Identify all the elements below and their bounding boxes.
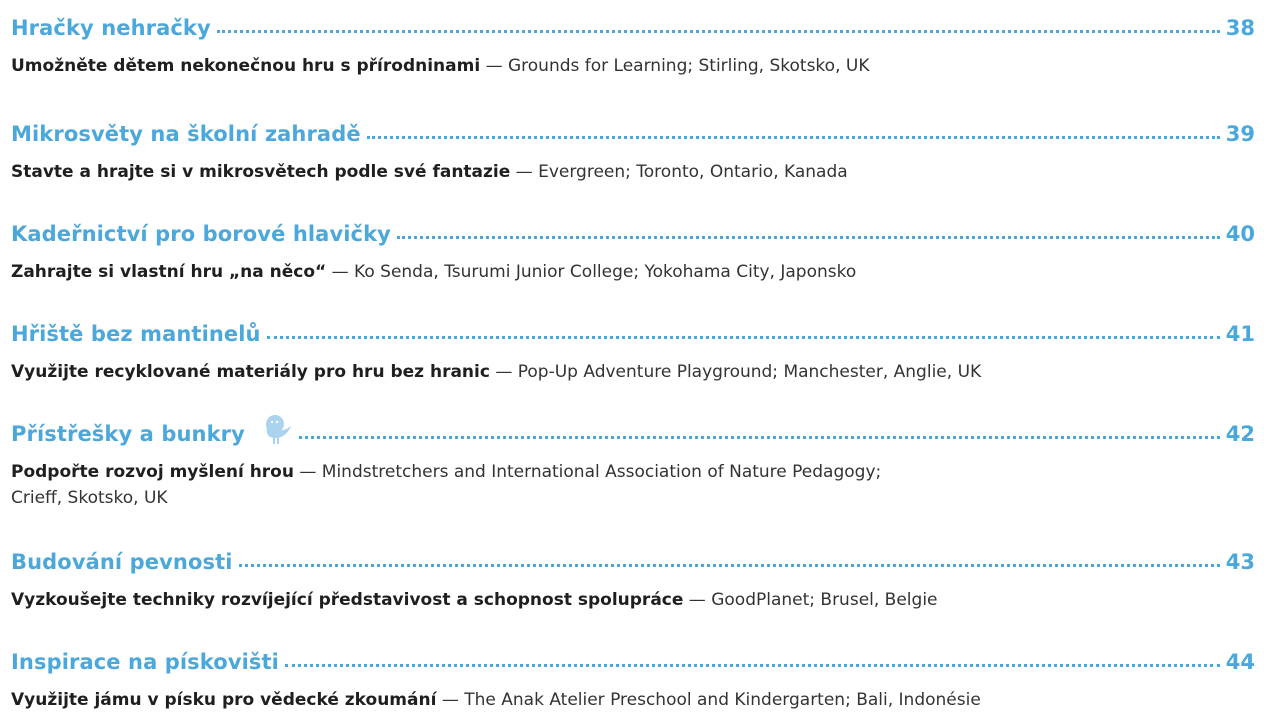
- dot-leader: [284, 664, 1220, 667]
- toc-description: Podpořte rozvoj myšlení hrou — Mindstret…: [11, 459, 1251, 511]
- activity-source: Pop-Up Adventure Playground; Manchester,…: [517, 362, 982, 382]
- dot-leader: [298, 436, 1220, 439]
- page-number: 39: [1225, 122, 1255, 146]
- toc-heading-row: Hračky nehračky 38: [11, 6, 1255, 40]
- page-number: 44: [1225, 650, 1255, 674]
- toc-entry[interactable]: Inspirace na pískovišti 44 Využijte jámu…: [11, 640, 1255, 713]
- dot-leader: [396, 236, 1220, 239]
- page-number: 43: [1225, 550, 1255, 574]
- toc-heading-row: Kadeřnictví pro borové hlavičky 40: [11, 212, 1255, 246]
- toc-entry[interactable]: Kadeřnictví pro borové hlavičky 40 Zahra…: [11, 212, 1255, 285]
- toc-title: Přístřešky a bunkry: [11, 422, 245, 446]
- separator: —: [293, 462, 322, 482]
- toc-heading-row: Mikrosvěty na školní zahradě 39: [11, 112, 1255, 146]
- toc-entry[interactable]: Hřiště bez mantinelů 41 Využijte recyklo…: [11, 312, 1255, 385]
- page-number: 41: [1225, 322, 1255, 346]
- toc-description: Umožněte dětem nekonečnou hru s přírodni…: [11, 53, 1251, 79]
- activity-source: Mindstretchers and International Associa…: [321, 462, 882, 482]
- dot-leader: [238, 564, 1220, 567]
- activity-lead: Stavte a hrajte si v mikrosvětech podle …: [11, 162, 511, 182]
- table-of-contents: Hračky nehračky 38 Umožněte dětem nekone…: [0, 0, 1264, 727]
- toc-title: Budování pevnosti: [11, 550, 233, 574]
- activity-source: Grounds for Learning; Stirling, Skotsko,…: [507, 56, 870, 76]
- separator: —: [489, 362, 518, 382]
- toc-title: Hračky nehračky: [11, 16, 211, 40]
- separator: —: [683, 590, 712, 610]
- activity-source: GoodPlanet; Brusel, Belgie: [711, 590, 938, 610]
- activity-lead: Využijte jámu v písku pro vědecké zkoumá…: [11, 690, 437, 710]
- toc-heading-row: Hřiště bez mantinelů 41: [11, 312, 1255, 346]
- dot-leader: [266, 336, 1220, 339]
- activity-lead: Využijte recyklované materiály pro hru b…: [11, 362, 490, 382]
- activity-source-line2: Crieff, Skotsko, UK: [11, 488, 168, 508]
- activity-lead: Vyzkoušejte techniky rozvíjející předsta…: [11, 590, 684, 610]
- toc-description: Vyzkoušejte techniky rozvíjející předsta…: [11, 587, 1251, 613]
- separator: —: [436, 690, 465, 710]
- bird-icon: [259, 412, 293, 446]
- separator: —: [510, 162, 539, 182]
- toc-entry[interactable]: Mikrosvěty na školní zahradě 39 Stavte a…: [11, 112, 1255, 185]
- toc-title: Kadeřnictví pro borové hlavičky: [11, 222, 391, 246]
- toc-heading-row: Budování pevnosti 43: [11, 540, 1255, 574]
- toc-description: Využijte jámu v písku pro vědecké zkoumá…: [11, 687, 1251, 713]
- toc-entry[interactable]: Hračky nehračky 38 Umožněte dětem nekone…: [11, 6, 1255, 79]
- toc-heading-row: Inspirace na pískovišti 44: [11, 640, 1255, 674]
- activity-lead: Zahrajte si vlastní hru „na něco“: [11, 262, 327, 282]
- toc-heading-row: Přístřešky a bunkry 42: [11, 412, 1255, 446]
- separator: —: [480, 56, 508, 76]
- activity-source: Ko Senda, Tsurumi Junior College; Yokoha…: [354, 262, 857, 282]
- toc-description: Využijte recyklované materiály pro hru b…: [11, 359, 1251, 385]
- dot-leader: [366, 136, 1220, 139]
- toc-entry[interactable]: Budování pevnosti 43 Vyzkoušejte technik…: [11, 540, 1255, 613]
- toc-title: Inspirace na pískovišti: [11, 650, 279, 674]
- page-number: 38: [1225, 16, 1255, 40]
- dot-leader: [216, 30, 1220, 33]
- separator: —: [326, 262, 355, 282]
- page-number: 40: [1225, 222, 1255, 246]
- toc-description: Stavte a hrajte si v mikrosvětech podle …: [11, 159, 1251, 185]
- toc-title: Mikrosvěty na školní zahradě: [11, 122, 361, 146]
- activity-lead: Umožněte dětem nekonečnou hru s přírodni…: [11, 56, 481, 76]
- toc-title: Hřiště bez mantinelů: [11, 322, 261, 346]
- toc-description: Zahrajte si vlastní hru „na něco“ — Ko S…: [11, 259, 1251, 285]
- toc-entry[interactable]: Přístřešky a bunkry 42 Podpořte rozvoj m…: [11, 412, 1255, 511]
- activity-lead: Podpořte rozvoj myšlení hrou: [11, 462, 294, 482]
- activity-source: The Anak Atelier Preschool and Kindergar…: [464, 690, 981, 710]
- activity-source: Evergreen; Toronto, Ontario, Kanada: [538, 162, 848, 182]
- page-number: 42: [1225, 422, 1255, 446]
